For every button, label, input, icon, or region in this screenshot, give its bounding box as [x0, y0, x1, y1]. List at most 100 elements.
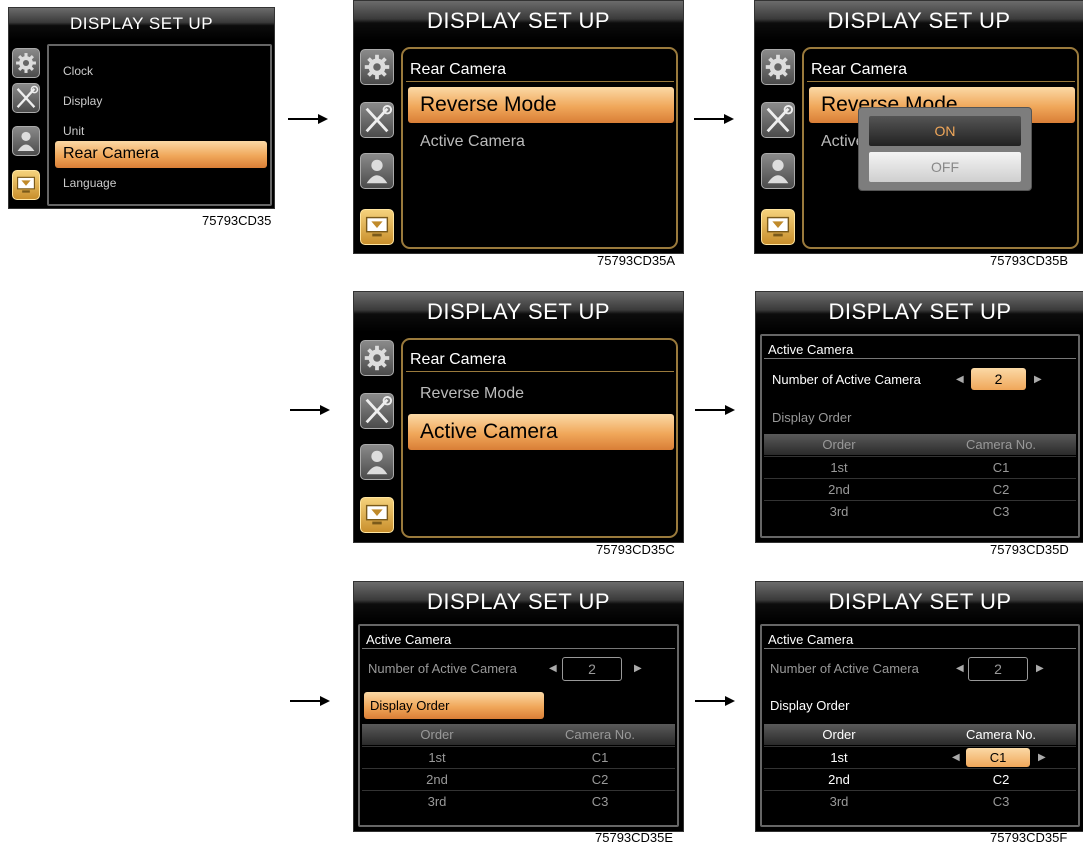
screen-title: DISPLAY SET UP	[354, 1, 683, 41]
num-active-camera-value[interactable]: 2	[562, 657, 622, 681]
order-cell: 1st	[830, 750, 848, 765]
num-active-camera-label: Number of Active Camera	[772, 372, 921, 387]
wrench-screwdriver-icon[interactable]	[12, 83, 40, 113]
user-icon[interactable]	[12, 126, 40, 156]
gear-icon[interactable]	[12, 48, 40, 78]
menu-item-display[interactable]: Display	[63, 94, 102, 108]
increase-arrow-icon[interactable]: ▶	[1034, 374, 1042, 385]
col-camera-no: Camera No.	[965, 437, 1037, 452]
table-header: Order Camera No.	[764, 434, 1076, 455]
header-underline	[807, 81, 1075, 82]
col-order: Order	[822, 727, 856, 742]
arrow-right-icon	[695, 696, 735, 706]
menu-item-clock[interactable]: Clock	[63, 64, 93, 78]
increase-arrow-icon[interactable]: ▶	[634, 663, 642, 674]
decrease-arrow-icon[interactable]: ◀	[549, 663, 557, 674]
screen-reverse-mode-popup: DISPLAY SET UP Rear Camera Reverse Mode …	[754, 0, 1083, 254]
user-icon[interactable]	[360, 444, 394, 480]
figure-caption: 75793CD35	[202, 213, 272, 228]
menu-item-rear-camera[interactable]: Rear Camera	[63, 145, 159, 163]
menu-item-reverse-mode[interactable]: Reverse Mode	[420, 385, 524, 403]
gear-icon[interactable]	[360, 49, 394, 85]
menu-item-language[interactable]: Language	[63, 176, 116, 190]
camera-cell: C1	[992, 460, 1010, 475]
order-cell: 1st	[428, 750, 446, 765]
figure-caption: 75793CD35C	[596, 542, 675, 557]
header-underline	[406, 81, 674, 82]
table-row: 3rd C3	[362, 790, 675, 812]
screen-title: DISPLAY SET UP	[755, 1, 1083, 41]
decrease-arrow-icon[interactable]: ◀	[956, 663, 964, 674]
header-underline	[406, 371, 674, 372]
camera-select-value[interactable]: C1	[966, 748, 1030, 767]
col-camera-no: Camera No.	[564, 727, 636, 742]
screen-title: DISPLAY SET UP	[9, 8, 274, 40]
figure-caption: 75793CD35E	[595, 830, 674, 845]
display-order-label[interactable]: Display Order	[772, 410, 851, 425]
camera-cell: C1	[591, 750, 609, 765]
user-icon[interactable]	[360, 153, 394, 189]
display-icon[interactable]	[360, 209, 394, 245]
arrow-right-icon	[290, 696, 330, 706]
col-camera-no: Camera No.	[965, 727, 1037, 742]
menu-item-active-camera[interactable]: Active Camera	[420, 420, 558, 444]
increase-arrow-icon[interactable]: ▶	[1038, 752, 1046, 763]
num-active-camera-value[interactable]: 2	[968, 657, 1028, 681]
table-row: 3rd C3	[764, 790, 1076, 812]
col-order: Order	[822, 437, 856, 452]
on-option[interactable]: ON	[869, 116, 1021, 146]
table-row: 2nd C2	[764, 478, 1076, 500]
screen-title: DISPLAY SET UP	[354, 292, 683, 332]
screen-title: DISPLAY SET UP	[756, 582, 1083, 622]
order-cell: 3rd	[829, 504, 849, 519]
figure-caption: 75793CD35B	[990, 253, 1069, 268]
col-order: Order	[420, 727, 454, 742]
camera-cell: C2	[992, 482, 1010, 497]
display-order-label[interactable]: Display Order	[770, 698, 849, 713]
increase-arrow-icon[interactable]: ▶	[1036, 663, 1044, 674]
menu-item-unit[interactable]: Unit	[63, 124, 84, 138]
arrow-right-icon	[695, 405, 735, 415]
figure-caption: 75793CD35F	[990, 830, 1068, 845]
decrease-arrow-icon[interactable]: ◀	[952, 752, 960, 763]
display-icon[interactable]	[12, 170, 40, 200]
screen-camera-order-edit: DISPLAY SET UP Active Camera Number of A…	[755, 581, 1083, 832]
menu-item-reverse-mode[interactable]: Reverse Mode	[420, 93, 557, 117]
num-active-camera-label: Number of Active Camera	[770, 661, 919, 676]
on-off-popup: ON OFF	[858, 107, 1032, 191]
header-underline	[764, 358, 1076, 359]
panel-header: Active Camera	[768, 342, 854, 357]
user-icon[interactable]	[761, 153, 795, 189]
panel-header: Active Camera	[768, 632, 854, 647]
display-icon[interactable]	[761, 209, 795, 245]
gear-icon[interactable]	[761, 49, 795, 85]
screen-rear-camera-active: DISPLAY SET UP Rear Camera Reverse Mode …	[353, 291, 684, 543]
panel-header: Rear Camera	[410, 61, 507, 78]
wrench-screwdriver-icon[interactable]	[360, 102, 394, 138]
order-cell: 2nd	[426, 772, 448, 787]
menu-item-active-camera[interactable]: Active Camera	[420, 133, 525, 151]
wrench-screwdriver-icon[interactable]	[360, 393, 394, 429]
camera-cell: C3	[992, 504, 1010, 519]
display-icon[interactable]	[360, 497, 394, 533]
display-order-label[interactable]: Display Order	[370, 698, 449, 713]
order-cell: 1st	[830, 460, 848, 475]
arrow-right-icon	[288, 114, 328, 124]
gear-icon[interactable]	[360, 340, 394, 376]
arrow-right-icon	[290, 405, 330, 415]
order-cell: 3rd	[427, 794, 447, 809]
table-row: 1st ◀ C1 ▶	[764, 746, 1076, 768]
num-active-camera-value[interactable]: 2	[971, 368, 1026, 390]
wrench-screwdriver-icon[interactable]	[761, 102, 795, 138]
header-underline	[362, 648, 675, 649]
off-option[interactable]: OFF	[869, 152, 1021, 182]
arrow-right-icon	[694, 114, 734, 124]
order-cell: 3rd	[829, 794, 849, 809]
panel-header: Active Camera	[366, 632, 452, 647]
decrease-arrow-icon[interactable]: ◀	[956, 374, 964, 385]
camera-cell: C3	[591, 794, 609, 809]
figure-caption: 75793CD35D	[990, 542, 1069, 557]
table-row: 2nd C2	[362, 768, 675, 790]
screen-title: DISPLAY SET UP	[756, 292, 1083, 332]
table-row: 1st C1	[362, 746, 675, 768]
